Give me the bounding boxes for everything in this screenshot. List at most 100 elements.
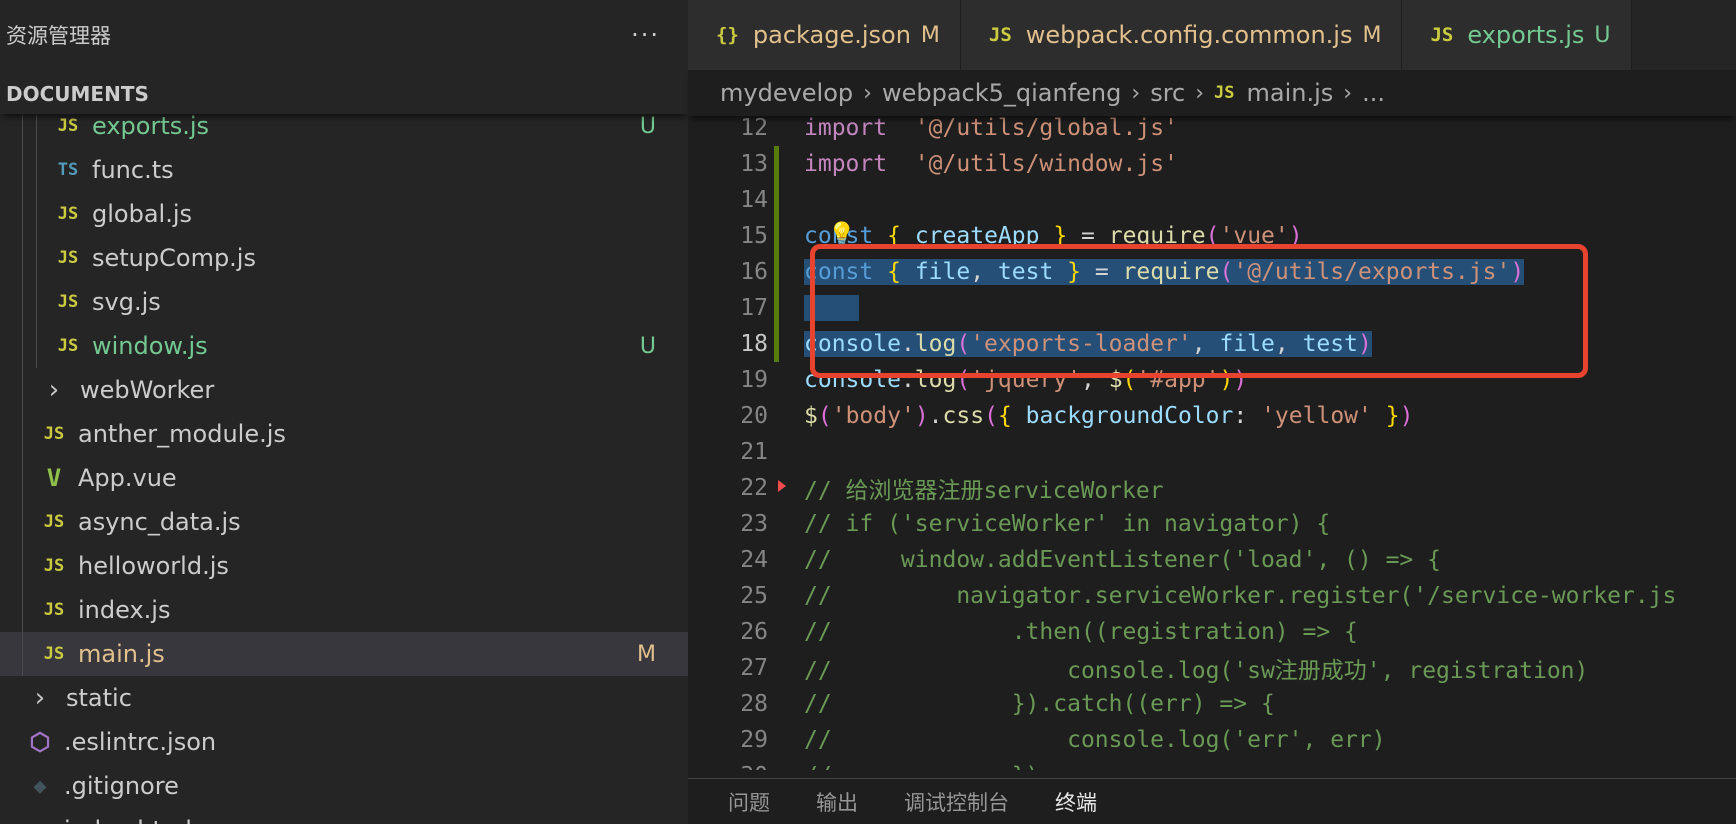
- tree-item-index-js[interactable]: JS index.js: [0, 588, 688, 632]
- tree-item-main-js[interactable]: JS main.js M: [0, 632, 688, 676]
- breadcrumb-item[interactable]: ...: [1362, 79, 1385, 107]
- line-number: 13: [740, 151, 768, 177]
- js-file-icon: JS: [43, 424, 65, 444]
- workspace-section-header[interactable]: DOCUMENTS: [0, 74, 688, 114]
- code-line[interactable]: 20 $('body').css({ backgroundColor: 'yell…: [688, 398, 1736, 434]
- code-text: // navigator.serviceWorker.register('/se…: [804, 583, 1676, 609]
- code-token: .: [900, 331, 915, 357]
- code-text: $('body').css({ backgroundColor: 'yellow…: [804, 403, 1413, 429]
- code-line[interactable]: 29 // console.log('err', err): [688, 722, 1736, 758]
- tree-item--gitignore[interactable]: ◆ .gitignore: [0, 764, 688, 808]
- git-gutter-marker: [774, 182, 784, 218]
- tree-item-window-js[interactable]: JS window.js U: [0, 324, 688, 368]
- chevron-right-icon: ›: [34, 683, 46, 713]
- js-file-icon: JS: [1430, 24, 1454, 46]
- tab-package-json[interactable]: {} package.json M: [688, 0, 961, 70]
- code-token: console: [804, 331, 901, 357]
- code-line[interactable]: 14: [688, 182, 1736, 218]
- panel-tab[interactable]: 终端: [1055, 787, 1097, 817]
- code-line[interactable]: 16 const { file, test } = require('@/util…: [688, 254, 1736, 290]
- lightbulb-icon[interactable]: 💡: [828, 222, 855, 247]
- panel-tab[interactable]: 调试控制台: [904, 787, 1009, 817]
- code-line[interactable]: 19 console.log('jquery', $('#app')): [688, 362, 1736, 398]
- code-token: import: [804, 151, 888, 177]
- code-line[interactable]: 21: [688, 434, 1736, 470]
- code-token: log: [914, 367, 957, 393]
- tree-item-func-ts[interactable]: TS func.ts: [0, 148, 688, 192]
- tree-item-static[interactable]: › static: [0, 676, 688, 720]
- tab-webpack-config-common-js[interactable]: JS webpack.config.common.js M: [960, 0, 1403, 70]
- html-file-icon: <>: [28, 818, 52, 824]
- code-token: =: [1067, 223, 1109, 249]
- tree-item-index-html[interactable]: <> index.html: [0, 808, 688, 824]
- code-line[interactable]: 23 // if ('serviceWorker' in navigator) {: [688, 506, 1736, 542]
- breadcrumb-item[interactable]: mydevelop: [720, 79, 853, 107]
- code-token: (: [1122, 367, 1137, 393]
- tab-label: package.json: [752, 21, 911, 49]
- tree-item-svg-js[interactable]: JS svg.js: [0, 280, 688, 324]
- explorer-header: 资源管理器 ···: [0, 0, 688, 70]
- more-actions-icon[interactable]: ···: [631, 21, 660, 49]
- tree-item-setupcomp-js[interactable]: JS setupComp.js: [0, 236, 688, 280]
- tree-item-anther-module-js[interactable]: JS anther_module.js: [0, 412, 688, 456]
- tree-item-label: async_data.js: [78, 508, 241, 536]
- panel-tab[interactable]: 输出: [816, 787, 858, 817]
- code-token: test: [1302, 331, 1358, 357]
- tab-exports-js[interactable]: JS exports.js U: [1402, 0, 1632, 70]
- code-token: // console.log('err', err): [804, 727, 1386, 753]
- code-line[interactable]: 15 const { createApp } = require('vue') 💡: [688, 218, 1736, 254]
- indent-guide: [22, 324, 23, 368]
- breadcrumb-item[interactable]: src: [1150, 79, 1185, 107]
- breadcrumb-item[interactable]: main.js: [1247, 79, 1334, 107]
- code-token: test: [997, 259, 1054, 285]
- code-line[interactable]: 17: [688, 290, 1736, 326]
- code-token: ): [1219, 367, 1234, 393]
- code-token: '@/utils/window.js': [914, 151, 1178, 177]
- panel-tab[interactable]: 问题: [728, 787, 770, 817]
- tree-item-helloworld-js[interactable]: JS helloworld.js: [0, 544, 688, 588]
- line-number: 12: [740, 115, 768, 141]
- tree-item-async-data-js[interactable]: JS async_data.js: [0, 500, 688, 544]
- line-number: 30: [688, 763, 768, 770]
- code-token: (: [817, 403, 832, 429]
- code-line[interactable]: 30 // }): [688, 758, 1736, 770]
- code-line[interactable]: 28 // }).catch((err) => {: [688, 686, 1736, 722]
- indent-guide: [22, 588, 23, 632]
- tree-item-global-js[interactable]: JS global.js: [0, 192, 688, 236]
- code-line[interactable]: 18 console.log('exports-loader', file, te…: [688, 326, 1736, 362]
- indent-guide: [22, 412, 23, 456]
- tree-item-label: .eslintrc.json: [64, 728, 217, 756]
- code-text: [804, 295, 860, 321]
- tree-item-webworker[interactable]: › webWorker: [0, 368, 688, 412]
- indent-guide: [36, 236, 37, 280]
- code-editor[interactable]: 12 import '@/utils/global.js' 13 import '@/…: [688, 110, 1736, 770]
- js-file-icon: JS: [43, 600, 65, 620]
- code-token: // if ('serviceWorker' in navigator) {: [804, 511, 1331, 537]
- tree-item--eslintrc-json[interactable]: ⬡ .eslintrc.json: [0, 720, 688, 764]
- code-line[interactable]: 24 // window.addEventListener('load', () …: [688, 542, 1736, 578]
- code-token: '@/utils/exports.js': [1233, 259, 1511, 285]
- code-text: // }).catch((err) => {: [804, 691, 1275, 717]
- breadcrumb-item[interactable]: webpack5_qianfeng: [882, 79, 1121, 107]
- code-line[interactable]: 25 // navigator.serviceWorker.register('/…: [688, 578, 1736, 614]
- code-token: // .then((registration) => {: [804, 619, 1358, 645]
- line-number: 28: [740, 691, 768, 717]
- code-line[interactable]: 27 // console.log('sw注册成功', registration): [688, 650, 1736, 686]
- explorer-sidebar: 资源管理器 ··· DOCUMENTS JS exports.js U TS func.…: [0, 0, 688, 824]
- code-line[interactable]: 22 // 给浏览器注册serviceWorker: [688, 470, 1736, 506]
- git-gutter-marker: [774, 578, 784, 614]
- fold-marker-icon[interactable]: [778, 480, 786, 492]
- code-line[interactable]: 13 import '@/utils/window.js': [688, 146, 1736, 182]
- editor-tabs: {} package.json M JS webpack.config.common.j…: [688, 0, 1736, 70]
- code-token: }: [1067, 259, 1082, 285]
- code-line[interactable]: 26 // .then((registration) => {: [688, 614, 1736, 650]
- code-token: 'vue': [1219, 223, 1289, 249]
- code-text: console.log('exports-loader', file, test…: [804, 331, 1372, 357]
- tree-item-app-vue[interactable]: V App.vue: [0, 456, 688, 500]
